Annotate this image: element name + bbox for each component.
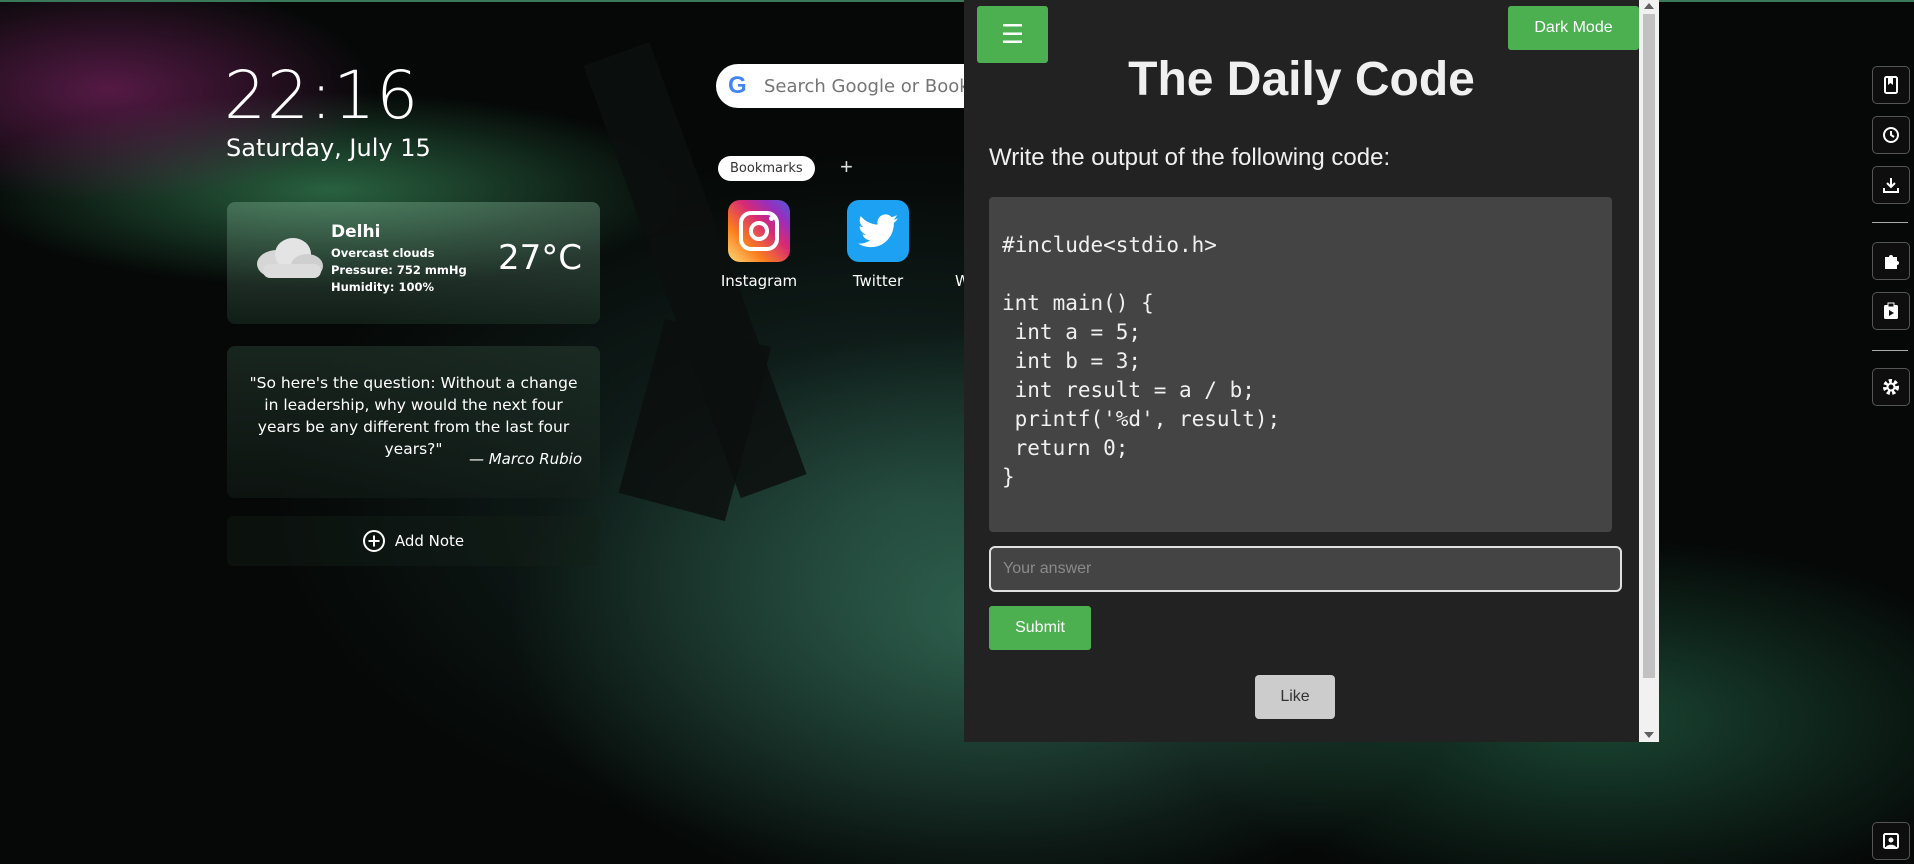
extensions-icon[interactable] xyxy=(1872,242,1910,280)
shortcut-instagram[interactable]: Instagram xyxy=(714,200,804,290)
clipboard-icon[interactable] xyxy=(1872,292,1910,330)
scroll-up-arrow-icon[interactable] xyxy=(1644,3,1654,9)
shortcut-label: Instagram xyxy=(720,272,798,290)
shortcut-label: Twitter xyxy=(852,272,904,290)
clock-time: 22:16 xyxy=(224,57,420,134)
weather-condition: Overcast clouds xyxy=(331,246,435,260)
quote-author: — Marco Rubio xyxy=(468,450,582,468)
weather-city: Delhi xyxy=(331,222,381,242)
weather-card[interactable]: Delhi Overcast clouds Pressure: 752 mmHg… xyxy=(227,202,600,324)
submit-button[interactable]: Submit xyxy=(989,606,1091,650)
popup-scrollbar[interactable] xyxy=(1639,0,1659,742)
shortcut-twitter[interactable]: Twitter xyxy=(833,200,923,290)
search-input[interactable] xyxy=(762,74,976,98)
cloud-icon xyxy=(257,238,323,278)
weather-pressure: Pressure: 752 mmHg xyxy=(331,263,467,277)
scroll-thumb[interactable] xyxy=(1643,14,1655,678)
downloads-icon[interactable] xyxy=(1872,166,1910,204)
wallpaper-icon[interactable] xyxy=(1872,822,1910,860)
toolbar-divider xyxy=(1872,222,1908,223)
page-title: The Daily Code xyxy=(1128,53,1475,106)
bookmarks-icon[interactable] xyxy=(1872,66,1910,104)
quote-text: "So here's the question: Without a chang… xyxy=(249,374,578,458)
add-note-button[interactable]: Add Note xyxy=(227,516,600,566)
google-icon: G xyxy=(728,72,747,99)
history-icon[interactable] xyxy=(1872,116,1910,154)
answer-input[interactable] xyxy=(989,546,1622,592)
question-prompt: Write the output of the following code: xyxy=(989,144,1391,171)
daily-code-popup: ☰ Dark Mode The Daily Code Write the out… xyxy=(964,0,1659,742)
weather-humidity: Humidity: 100% xyxy=(331,280,435,294)
quote-card: "So here's the question: Without a chang… xyxy=(227,346,600,498)
scroll-down-arrow-icon[interactable] xyxy=(1644,732,1654,738)
add-circle-icon xyxy=(362,530,385,552)
instagram-icon xyxy=(728,200,790,262)
twitter-icon xyxy=(847,200,909,262)
add-bookmark-button[interactable]: + xyxy=(840,154,853,180)
popup-content: ☰ Dark Mode The Daily Code Write the out… xyxy=(964,0,1639,742)
like-button[interactable]: Like xyxy=(1255,675,1335,719)
search-bar[interactable]: G xyxy=(716,64,976,108)
add-note-label: Add Note xyxy=(394,532,465,550)
settings-icon[interactable] xyxy=(1872,368,1910,406)
weather-temperature: 27°C xyxy=(497,238,582,278)
bookmarks-tab[interactable]: Bookmarks xyxy=(718,156,815,181)
toolbar-divider xyxy=(1872,350,1908,351)
code-block: #include<stdio.h> int main() { int a = 5… xyxy=(989,197,1612,532)
dark-mode-button[interactable]: Dark Mode xyxy=(1508,6,1639,50)
clock-date: Saturday, July 15 xyxy=(226,134,431,162)
code-text: #include<stdio.h> int main() { int a = 5… xyxy=(1002,233,1281,489)
